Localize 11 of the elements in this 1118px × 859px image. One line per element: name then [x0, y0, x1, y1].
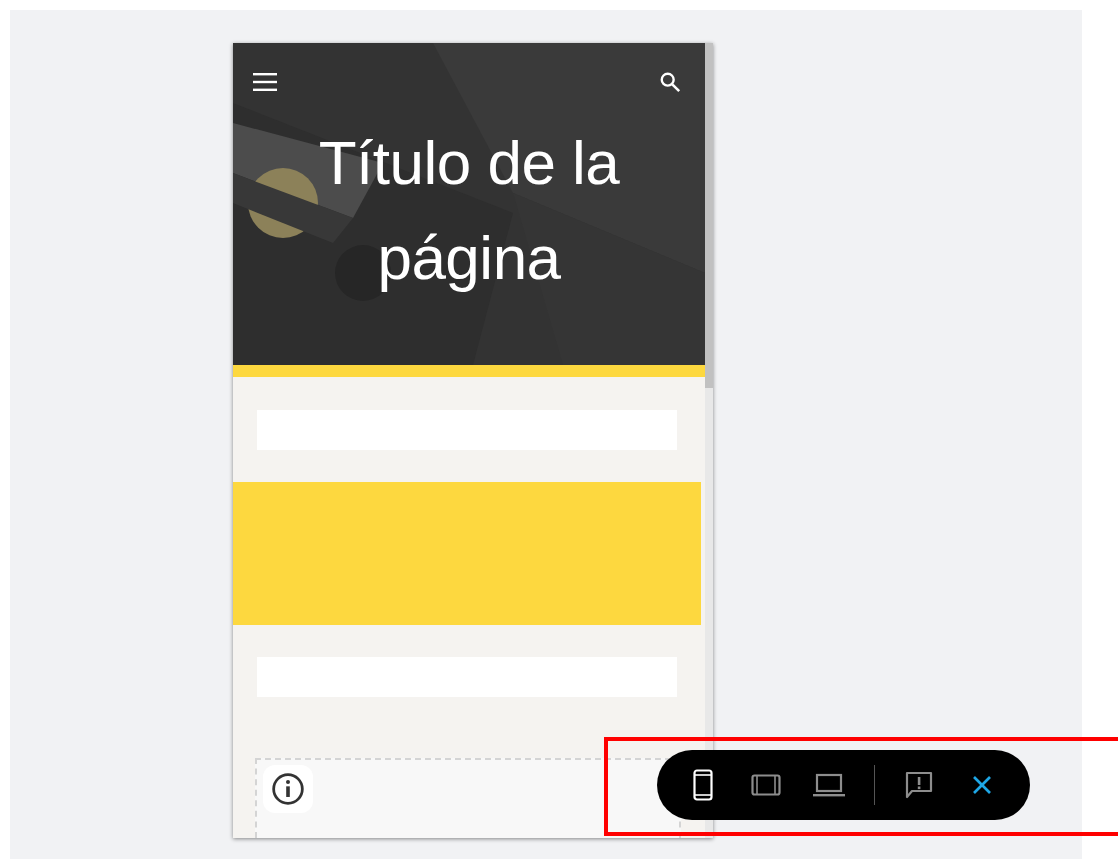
info-button[interactable]	[263, 765, 313, 813]
tablet-icon	[751, 774, 781, 796]
scrollbar-thumb[interactable]	[705, 43, 713, 388]
info-icon	[271, 772, 305, 806]
phone-icon	[693, 769, 713, 801]
laptop-icon	[813, 773, 845, 797]
search-icon[interactable]	[659, 71, 681, 93]
feedback-icon	[905, 771, 933, 799]
page-title: Título de la página	[317, 127, 621, 294]
menu-icon[interactable]	[253, 73, 277, 91]
close-icon	[972, 775, 992, 795]
